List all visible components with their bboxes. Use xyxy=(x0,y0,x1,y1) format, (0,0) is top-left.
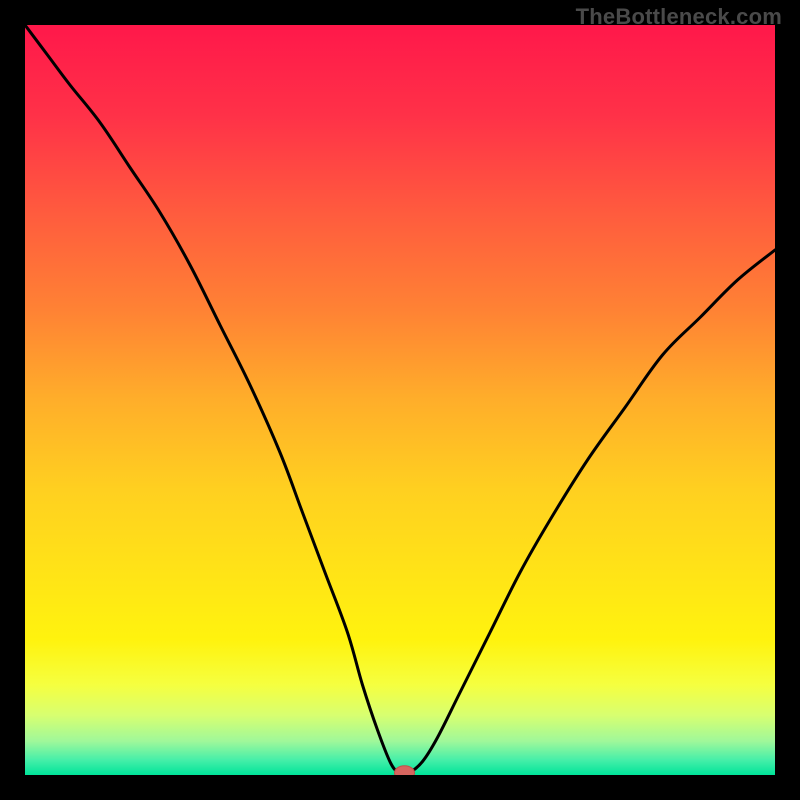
chart-canvas xyxy=(25,25,775,775)
watermark-text: TheBottleneck.com xyxy=(576,4,782,30)
plot-area xyxy=(25,25,775,775)
gradient-background xyxy=(25,25,775,775)
chart-frame: TheBottleneck.com xyxy=(0,0,800,800)
